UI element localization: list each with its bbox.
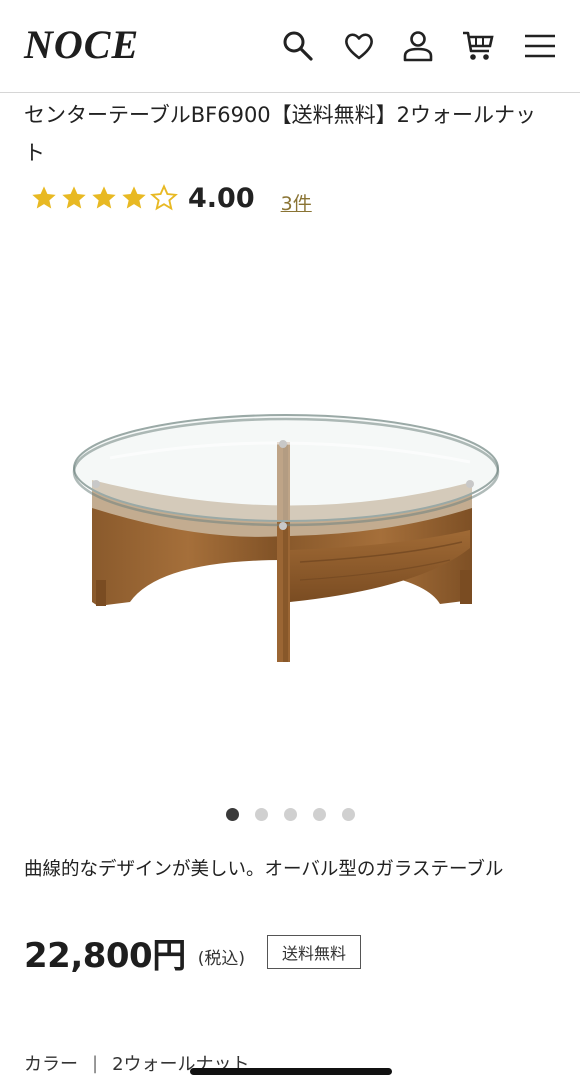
carousel-dot[interactable] <box>225 808 239 821</box>
account-button[interactable] <box>398 26 438 66</box>
favorites-button[interactable] <box>339 26 379 66</box>
star-empty-icon <box>150 184 178 211</box>
rating-stars <box>30 184 180 212</box>
variant-separator: | <box>92 1052 99 1074</box>
free-shipping-badge: 送料無料 <box>266 935 361 969</box>
site-logo[interactable]: NOCE <box>24 20 139 70</box>
search-button[interactable] <box>278 26 318 66</box>
star-filled-icon <box>122 186 146 209</box>
cart-button[interactable] <box>458 26 498 66</box>
home-indicator[interactable] <box>190 1068 392 1075</box>
rating-score: 4.00 <box>188 182 255 214</box>
variant-label: カラー <box>24 1054 78 1075</box>
site-header: NOCE <box>0 0 580 93</box>
carousel-dot[interactable] <box>312 808 326 821</box>
product-description: 曲線的なデザインが美しい。オーバル型のガラステーブル <box>24 859 504 880</box>
review-count-link[interactable]: 3件 <box>281 189 312 216</box>
carousel-dot[interactable] <box>283 808 297 821</box>
star-filled-icon <box>92 186 116 209</box>
search-icon <box>283 31 313 61</box>
carousel-dot[interactable] <box>341 808 355 821</box>
carousel-dots <box>0 808 580 821</box>
product-title: センターテーブルBF6900【送料無料】2ウォールナット <box>24 103 537 165</box>
user-icon <box>403 31 433 62</box>
cart-icon <box>463 31 494 60</box>
product-image <box>72 414 500 662</box>
star-filled-icon <box>32 186 56 209</box>
price-row: 22,800円 (税込) 送料無料 <box>24 926 361 978</box>
product-rating: 4.00 3件 <box>30 180 312 216</box>
heart-icon <box>345 33 373 60</box>
tax-note: (税込) <box>197 948 245 969</box>
star-filled-icon <box>62 186 86 209</box>
menu-icon <box>525 34 555 58</box>
product-image-carousel[interactable] <box>0 230 580 790</box>
menu-button[interactable] <box>520 26 560 66</box>
carousel-dot[interactable] <box>254 808 268 821</box>
product-price: 22,800円 <box>24 935 186 976</box>
